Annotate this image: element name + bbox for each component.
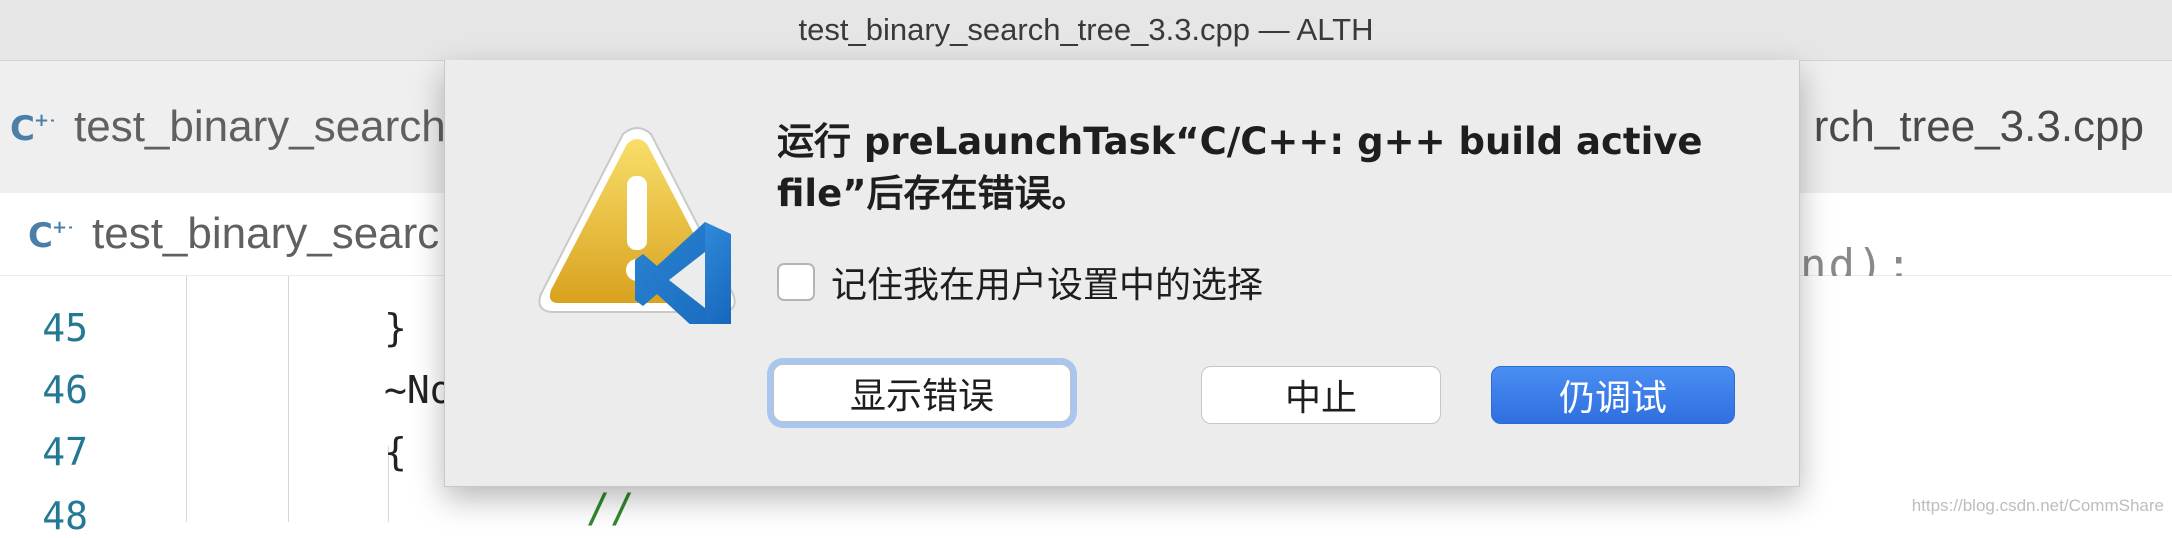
warning-vscode-icon <box>538 127 736 324</box>
svg-text:++: ++ <box>52 217 72 238</box>
svg-text:C: C <box>28 216 53 256</box>
watermark: https://blog.csdn.net/CommShare <box>1911 496 2164 515</box>
tab-label: test_binary_search <box>74 102 446 151</box>
code-line: ~No <box>384 368 453 412</box>
dialog-message: 运行 preLaunchTask“C/C++: g++ build active… <box>777 120 1703 215</box>
remember-choice-label: 记住我在用户设置中的选择 <box>831 265 1264 306</box>
cpp-file-icon: C++ <box>8 104 54 150</box>
line-number: 48 <box>42 494 88 538</box>
cpp-file-icon: C++ <box>26 211 72 257</box>
abort-button[interactable]: 中止 <box>1201 366 1441 424</box>
svg-text:C: C <box>10 109 35 149</box>
show-errors-button[interactable]: 显示错误 <box>773 364 1071 422</box>
code-line: { <box>384 430 407 474</box>
debug-anyway-button[interactable]: 仍调试 <box>1491 366 1735 424</box>
indent-guide <box>288 276 289 522</box>
tab-right-title[interactable]: rch_tree_3.3.cpp <box>1814 61 2144 193</box>
window-title-bar: test_binary_search_tree_3.3.cpp — ALTH <box>0 0 2172 61</box>
code-line: } <box>384 306 407 350</box>
line-number: 45 <box>42 306 88 350</box>
prelaunch-error-dialog: 运行 preLaunchTask“C/C++: g++ build active… <box>444 60 1800 487</box>
window-title: test_binary_search_tree_3.3.cpp — ALTH <box>798 12 1374 47</box>
line-number: 47 <box>42 430 88 474</box>
tab-test-binary-search-tree[interactable]: C++ test_binary_search <box>0 61 446 193</box>
line-number: 46 <box>42 368 88 412</box>
remember-choice-checkbox[interactable] <box>777 263 815 301</box>
breadcrumb-file-label: test_binary_searc <box>92 209 440 258</box>
code-comment: // <box>586 486 635 532</box>
remember-choice-option[interactable]: 记住我在用户设置中的选择 <box>777 256 1263 308</box>
tab-right-label: rch_tree_3.3.cpp <box>1813 102 2144 151</box>
gutter-divider <box>186 276 187 522</box>
svg-text:++: ++ <box>34 110 54 131</box>
